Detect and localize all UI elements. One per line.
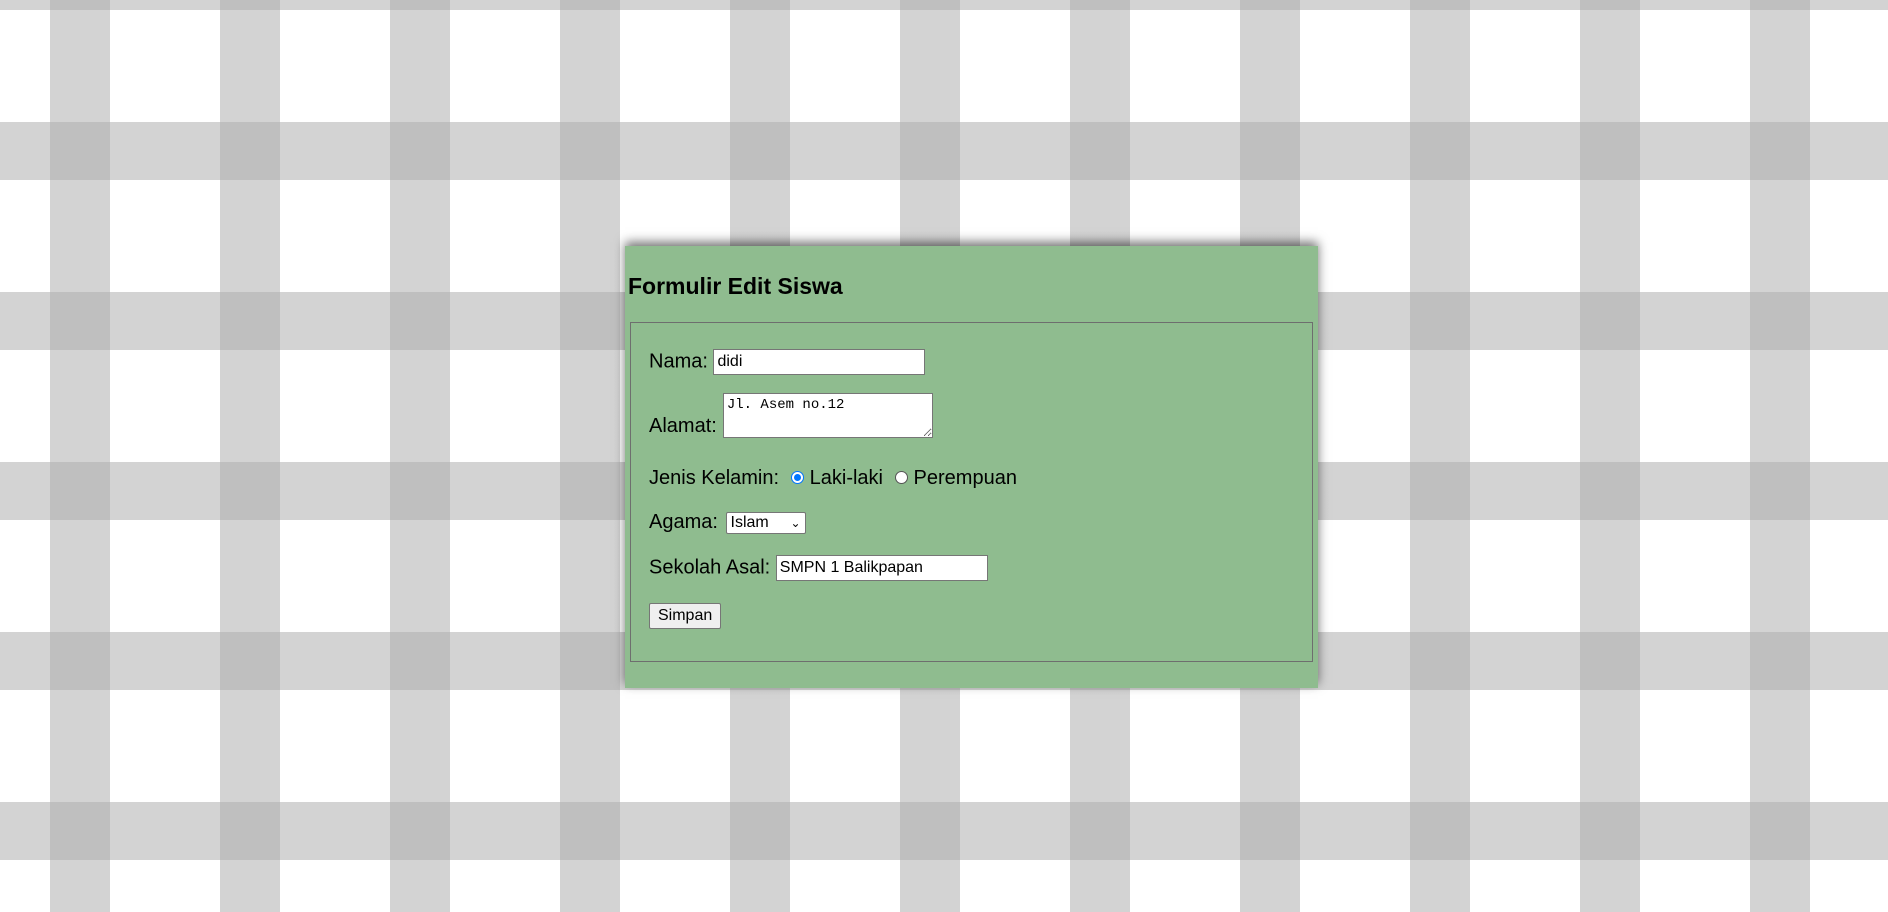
sekolah-asal-row: Sekolah Asal: — [649, 555, 988, 581]
alamat-textarea[interactable]: Jl. Asem no.12 — [722, 393, 933, 438]
agama-selected-value: Islam — [730, 513, 769, 531]
form-fieldset: Nama: Alamat: Jl. Asem no.12 Jenis Kelam… — [630, 322, 1313, 662]
agama-select[interactable]: Islam ⌄ — [725, 511, 806, 534]
jenis-kelamin-label: Jenis Kelamin: — [649, 467, 780, 489]
page: { "form": { "title": "Formulir Edit Sisw… — [0, 0, 1888, 912]
alamat-label: Alamat: — [649, 415, 717, 437]
radio-perempuan-label[interactable]: Perempuan — [914, 467, 1017, 489]
sekolah-asal-input[interactable] — [775, 555, 988, 581]
sekolah-asal-label: Sekolah Asal: — [649, 556, 771, 579]
edit-form-panel: Formulir Edit Siswa Nama: Alamat: Jl. As… — [625, 246, 1318, 688]
radio-perempuan[interactable] — [894, 470, 908, 484]
chevron-down-icon: ⌄ — [790, 515, 801, 530]
alamat-row: Alamat: Jl. Asem no.12 — [649, 393, 933, 438]
nama-row: Nama: — [649, 349, 926, 375]
form-title: Formulir Edit Siswa — [628, 273, 843, 299]
agama-row: Agama: Islam ⌄ — [649, 511, 806, 534]
simpan-row: Simpan — [649, 603, 722, 629]
agama-label: Agama: — [649, 511, 718, 533]
radio-laki-laki-label[interactable]: Laki-laki — [810, 467, 883, 489]
simpan-button[interactable]: Simpan — [649, 603, 722, 629]
nama-label: Nama: — [649, 350, 708, 373]
jenis-kelamin-row: Jenis Kelamin: Laki-laki Perempuan — [649, 467, 1017, 490]
nama-input[interactable] — [713, 349, 926, 375]
radio-laki-laki[interactable] — [790, 470, 804, 484]
